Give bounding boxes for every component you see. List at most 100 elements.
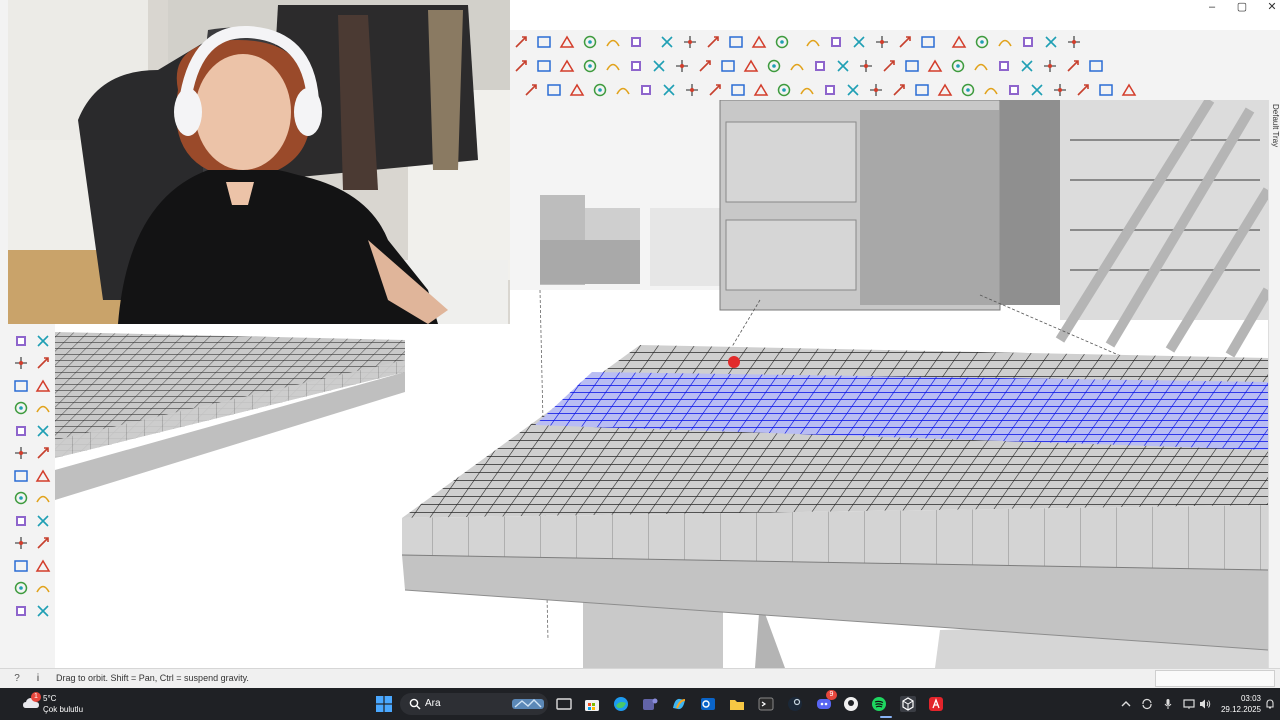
acrobat-icon[interactable]: [927, 695, 945, 713]
tile-yellow-icon[interactable]: [855, 56, 876, 76]
curve-icon[interactable]: [924, 56, 945, 76]
help-icon[interactable]: ?: [10, 672, 24, 686]
bezier-icon[interactable]: [1039, 56, 1060, 76]
line-icon[interactable]: [520, 80, 541, 100]
pencil-icon[interactable]: [10, 420, 31, 441]
maximize-button[interactable]: ▢: [1227, 0, 1257, 14]
ellipse-icon[interactable]: [842, 80, 863, 100]
zoom-window-icon[interactable]: [32, 488, 53, 509]
mesh-icon[interactable]: [832, 56, 853, 76]
taskbar-search-box[interactable]: Ara: [400, 693, 548, 715]
store-icon[interactable]: [583, 695, 601, 713]
paint-roller-icon[interactable]: [625, 32, 646, 52]
terminal-icon[interactable]: [757, 695, 775, 713]
rectangle-icon[interactable]: [635, 80, 656, 100]
spotify-icon[interactable]: [870, 695, 888, 713]
scale-icon[interactable]: [32, 398, 53, 419]
house-icon[interactable]: [917, 32, 938, 52]
material-icon[interactable]: [694, 56, 715, 76]
new-file-icon[interactable]: [579, 32, 600, 52]
cube-icon[interactable]: [948, 32, 969, 52]
warning-icon[interactable]: [510, 56, 531, 76]
clock-time[interactable]: 03:03: [1221, 694, 1261, 703]
section-icon[interactable]: [10, 465, 31, 486]
ring-icon[interactable]: [796, 80, 817, 100]
tool-g-icon[interactable]: [1026, 80, 1047, 100]
explode-icon[interactable]: [901, 56, 922, 76]
split-icon[interactable]: [32, 600, 53, 621]
offset-icon[interactable]: [725, 32, 746, 52]
sketchup-icon[interactable]: [899, 695, 917, 713]
group-icon[interactable]: [802, 32, 823, 52]
component-icon[interactable]: [825, 32, 846, 52]
rect-red-icon[interactable]: [1085, 56, 1106, 76]
table-icon[interactable]: [809, 56, 830, 76]
tool-k-icon[interactable]: [1118, 80, 1139, 100]
component-options-icon[interactable]: [556, 32, 577, 52]
orbit-icon[interactable]: [10, 443, 31, 464]
wave-icon[interactable]: [773, 80, 794, 100]
intersect-icon[interactable]: [993, 56, 1014, 76]
arc4-icon[interactable]: [865, 80, 886, 100]
microphone-icon[interactable]: [1161, 697, 1175, 711]
copilot-icon[interactable]: [670, 695, 688, 713]
spline-icon[interactable]: [589, 80, 610, 100]
freehand-icon[interactable]: [543, 80, 564, 100]
circle-icon[interactable]: [658, 80, 679, 100]
lasso-icon[interactable]: [533, 56, 554, 76]
sync-icon[interactable]: [1140, 697, 1154, 711]
task-view-icon[interactable]: [555, 695, 573, 713]
edge-icon[interactable]: [612, 695, 630, 713]
copy-icon[interactable]: [871, 32, 892, 52]
tile-orange-icon[interactable]: [878, 56, 899, 76]
tool-i-icon[interactable]: [1072, 80, 1093, 100]
tool-c-icon[interactable]: [934, 80, 955, 100]
sandbox-icon[interactable]: [771, 32, 792, 52]
text-icon[interactable]: [32, 420, 53, 441]
wrench-icon[interactable]: [819, 80, 840, 100]
zoom-icon[interactable]: [10, 488, 31, 509]
info-icon[interactable]: i: [31, 672, 45, 686]
rotate-icon[interactable]: [32, 375, 53, 396]
surface-icon[interactable]: [748, 32, 769, 52]
move-icon[interactable]: [602, 56, 623, 76]
solid-subtract-icon[interactable]: [32, 578, 53, 599]
paint-icon[interactable]: [740, 56, 761, 76]
section-plane-icon[interactable]: [32, 555, 53, 576]
scale-icon[interactable]: [656, 32, 677, 52]
select-green-icon[interactable]: [671, 56, 692, 76]
axes-icon[interactable]: [32, 443, 53, 464]
walk-icon[interactable]: [32, 465, 53, 486]
section-plane-icon[interactable]: [510, 32, 531, 52]
polygon-icon[interactable]: [612, 80, 633, 100]
volume-icon[interactable]: [1198, 697, 1212, 711]
clock-date[interactable]: 29.12.2025: [1214, 705, 1261, 714]
main-slab[interactable]: [401, 345, 1268, 651]
door-icon[interactable]: [1063, 32, 1084, 52]
array-icon[interactable]: [894, 32, 915, 52]
tool-h-icon[interactable]: [1049, 80, 1070, 100]
trim-icon[interactable]: [10, 600, 31, 621]
polyline-icon[interactable]: [1062, 56, 1083, 76]
eraser-icon[interactable]: [32, 330, 53, 351]
wall-icon[interactable]: [1040, 32, 1061, 52]
grid-icon[interactable]: [763, 56, 784, 76]
network-icon[interactable]: [1182, 697, 1196, 711]
chevron-up-icon[interactable]: [1119, 697, 1133, 711]
terrain-icon[interactable]: [786, 56, 807, 76]
pen-icon[interactable]: [704, 80, 725, 100]
close-button[interactable]: ✕: [1257, 0, 1280, 14]
follow-me-icon[interactable]: [702, 32, 723, 52]
zoom-extents-icon[interactable]: [10, 510, 31, 531]
arc-icon[interactable]: [566, 80, 587, 100]
building-icon[interactable]: [994, 32, 1015, 52]
windows-start-icon[interactable]: [375, 695, 393, 713]
tape-icon[interactable]: [32, 353, 53, 374]
look-around-icon[interactable]: [10, 555, 31, 576]
github-icon[interactable]: [842, 695, 860, 713]
minimize-button[interactable]: –: [1197, 0, 1227, 14]
box-icon[interactable]: [625, 56, 646, 76]
cut-icon[interactable]: [947, 56, 968, 76]
teams-icon[interactable]: [641, 695, 659, 713]
tool-e-icon[interactable]: [980, 80, 1001, 100]
